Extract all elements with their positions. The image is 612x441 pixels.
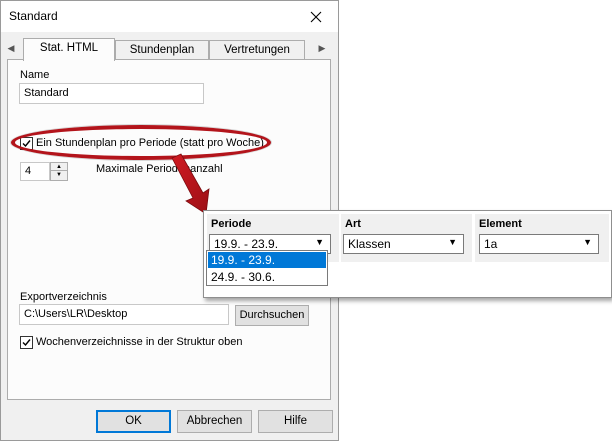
chevron-down-icon: ▼: [448, 237, 457, 247]
chevron-down-icon: ▼: [315, 237, 324, 247]
tab-label: Stat. HTML: [39, 42, 99, 54]
type-select[interactable]: Klassen ▼: [343, 234, 464, 254]
tab-stat-html[interactable]: Stat. HTML: [23, 38, 115, 61]
element-header: Element: [479, 218, 522, 230]
type-column: Art Klassen ▼: [341, 214, 472, 262]
type-select-value: Klassen: [348, 237, 391, 251]
element-select[interactable]: 1a ▼: [479, 234, 599, 254]
period-option[interactable]: 24.9. - 30.6.: [208, 269, 326, 285]
period-select-value: 19.9. - 23.9.: [214, 237, 279, 251]
period-dropdown-list: 19.9. - 23.9. 24.9. - 30.6.: [206, 250, 328, 286]
type-header: Art: [345, 218, 361, 230]
chevron-down-icon: ▼: [583, 237, 592, 247]
period-option[interactable]: 19.9. - 23.9.: [208, 252, 326, 268]
period-header: Periode: [211, 218, 252, 230]
element-select-value: 1a: [484, 237, 498, 251]
element-column: Element 1a ▼: [475, 214, 609, 262]
